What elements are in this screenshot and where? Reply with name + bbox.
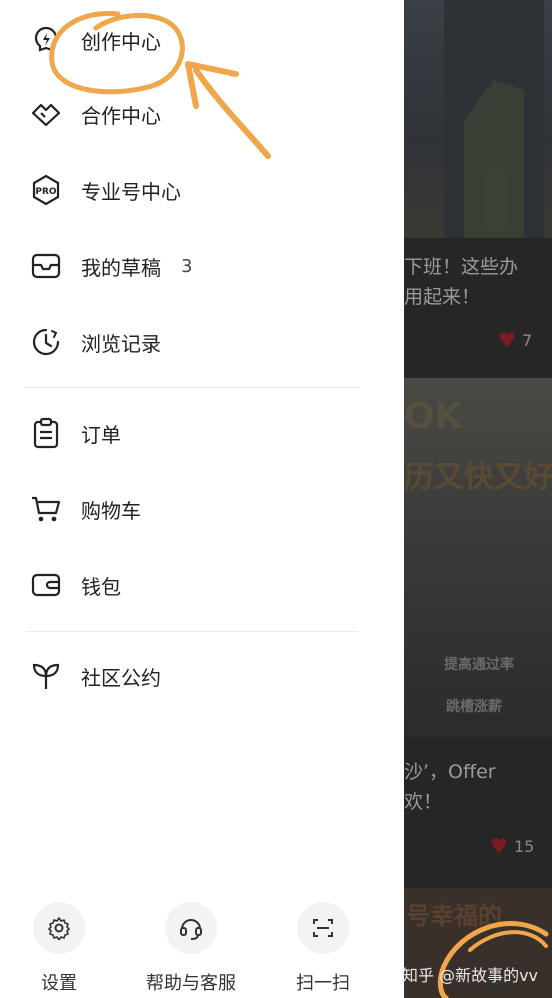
scan-button[interactable]: 扫一扫 <box>268 902 378 995</box>
heart-icon: ♥ <box>490 834 508 858</box>
settings-button[interactable]: 设置 <box>4 902 114 995</box>
menu-label: 购物车 <box>81 498 141 523</box>
settings-label: 设置 <box>41 973 77 994</box>
menu-item-wallet[interactable]: 钱包 <box>28 561 121 609</box>
watermark: 知乎 @新故事的vv <box>402 966 539 985</box>
scan-icon <box>297 902 349 954</box>
menu-label: 社区公约 <box>81 665 161 690</box>
divider <box>26 631 358 632</box>
clock-history-icon <box>28 324 64 360</box>
menu-item-cooperation-center[interactable]: 合作中心 <box>28 90 161 138</box>
clipboard-icon <box>28 415 64 451</box>
menu-label: 合作中心 <box>81 103 161 128</box>
overlay-note-2: 跳槽涨薪 <box>446 699 502 715</box>
feed-card-image[interactable] <box>404 0 552 238</box>
scan-label: 扫一扫 <box>296 973 350 994</box>
overlay-fast: 历又快又好! <box>404 460 552 495</box>
menu-item-history[interactable]: 浏览记录 <box>28 318 161 366</box>
side-drawer: 创作中心 合作中心 PRO 专业号中心 我的草稿 3 浏览记录 订单 购物车 钱… <box>0 0 404 998</box>
feed-card-title: 下班！这些办 用起来！ <box>404 256 519 308</box>
menu-item-creator-center[interactable]: 创作中心 <box>28 16 161 64</box>
divider <box>26 387 358 388</box>
like-count[interactable]: ♥ 7 <box>498 328 532 352</box>
feed-card-title: 沙’，Offer 欢！ <box>404 761 496 813</box>
heart-icon: ♥ <box>498 328 516 352</box>
menu-item-pro-center[interactable]: PRO 专业号中心 <box>28 166 181 214</box>
menu-label: 创作中心 <box>81 29 161 54</box>
help-support-button[interactable]: 帮助与客服 <box>136 902 246 995</box>
headset-icon <box>165 902 217 954</box>
menu-item-drafts[interactable]: 我的草稿 3 <box>28 242 192 290</box>
overlay-note-1: 提高通过率 <box>444 657 514 673</box>
svg-text:PRO: PRO <box>35 187 57 197</box>
wallet-icon <box>28 567 64 603</box>
menu-label: 我的草稿 <box>81 255 161 280</box>
like-count[interactable]: ♥ 15 <box>490 834 534 858</box>
menu-label: 浏览记录 <box>81 331 161 356</box>
menu-item-orders[interactable]: 订单 <box>28 409 121 457</box>
like-count-value: 15 <box>513 836 535 856</box>
overlay-card3: 号幸福的 <box>406 902 502 930</box>
draft-count: 3 <box>181 255 193 277</box>
sprout-icon <box>28 658 64 694</box>
menu-label: 钱包 <box>81 574 121 599</box>
overlay-ok: OK <box>404 396 463 437</box>
lightning-bulb-icon <box>28 22 64 58</box>
pro-badge-icon: PRO <box>28 172 64 208</box>
feed-overlay-background[interactable]: 下班！这些办 用起来！ ♥ 7 OK 历又快又好! 提高通过率 跳槽涨薪 沙’，… <box>404 0 552 998</box>
cart-icon <box>28 491 64 527</box>
like-count-value: 7 <box>521 330 533 350</box>
menu-item-community-rules[interactable]: 社区公约 <box>28 652 161 700</box>
menu-label: 订单 <box>81 422 121 447</box>
inbox-tray-icon <box>28 248 64 284</box>
menu-item-cart[interactable]: 购物车 <box>28 485 141 533</box>
handshake-icon <box>28 96 64 132</box>
menu-label: 专业号中心 <box>81 179 181 204</box>
gear-icon <box>33 902 85 954</box>
help-support-label: 帮助与客服 <box>146 973 236 994</box>
